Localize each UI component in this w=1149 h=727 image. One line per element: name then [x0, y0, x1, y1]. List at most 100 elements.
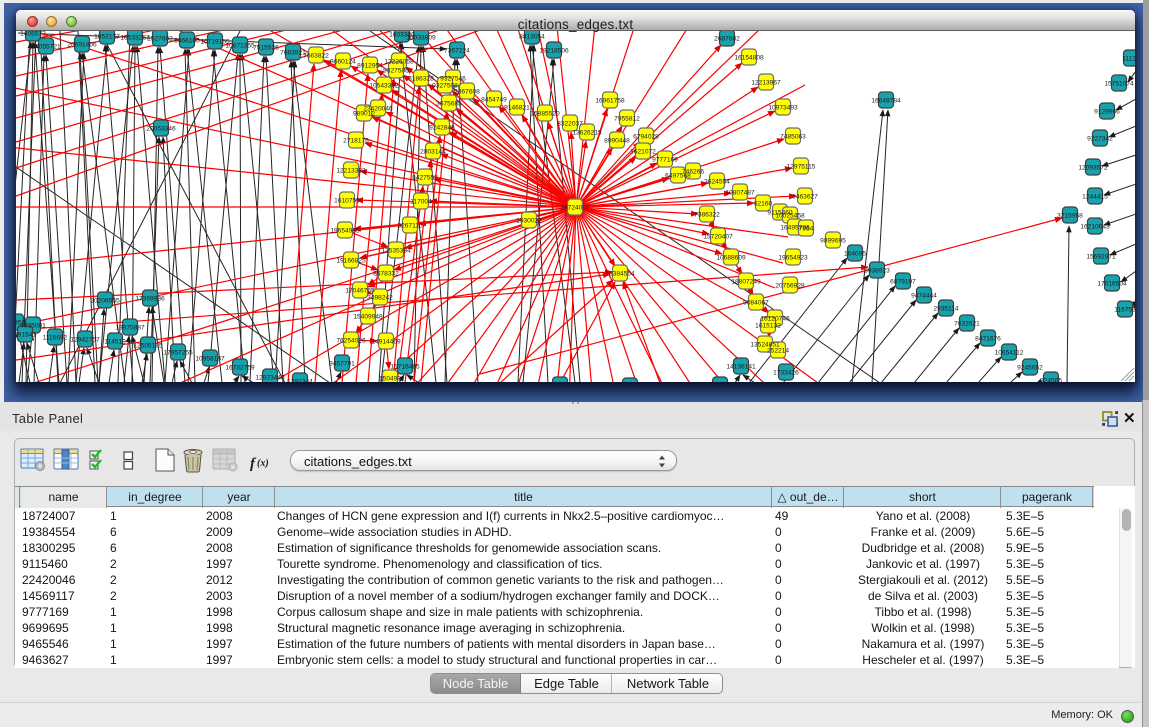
svg-text:15716485: 15716485 [390, 364, 420, 371]
svg-text:7663822: 7663822 [303, 53, 329, 60]
svg-text:7964: 7964 [799, 226, 814, 233]
svg-text:17016504: 17016504 [1097, 281, 1127, 288]
svg-text:114519: 114519 [104, 339, 126, 346]
svg-text:7955812: 7955812 [614, 116, 640, 123]
svg-text:17359936: 17359936 [135, 296, 165, 303]
svg-text:4835081: 4835081 [20, 323, 46, 330]
svg-text:9084067: 9084067 [743, 300, 769, 307]
svg-text:8471676: 8471676 [975, 336, 1001, 343]
svg-text:16782759: 16782759 [225, 365, 255, 372]
svg-text:20691406: 20691406 [67, 42, 97, 49]
svg-text:391541: 391541 [16, 332, 36, 339]
svg-text:76254026: 76254026 [336, 338, 366, 345]
svg-text:989012: 989012 [353, 111, 375, 118]
svg-text:116753: 116753 [1114, 307, 1135, 314]
svg-text:9129966: 9129966 [1094, 109, 1120, 116]
svg-text:164095: 164095 [844, 251, 866, 258]
svg-text:19654985: 19654985 [330, 228, 360, 235]
svg-text:16033809: 16033809 [406, 35, 436, 42]
svg-text:15751074: 15751074 [1104, 81, 1134, 88]
svg-text:1244415: 1244415 [1082, 194, 1108, 201]
svg-text:13535394: 13535394 [381, 248, 411, 255]
svg-text:10958187: 10958187 [195, 356, 225, 363]
svg-text:10654112: 10654112 [995, 350, 1024, 357]
svg-text:13626215: 13626215 [572, 130, 602, 137]
svg-text:19166825: 19166825 [336, 258, 366, 265]
svg-text:12923448: 12923448 [255, 375, 285, 382]
svg-text:9227342: 9227342 [1087, 136, 1113, 143]
svg-text:924565: 924565 [1040, 378, 1062, 383]
svg-text:17046765: 17046765 [345, 288, 375, 295]
svg-text:19384554: 19384554 [605, 271, 635, 278]
svg-text:14914469: 14914469 [371, 339, 401, 346]
svg-text:3215958: 3215958 [1057, 213, 1083, 220]
svg-text:3675685: 3675685 [436, 101, 462, 108]
svg-text:f: f [250, 456, 257, 472]
svg-text:9242848: 9242848 [429, 125, 455, 132]
svg-text:1930022: 1930022 [516, 218, 542, 225]
svg-text:7386322: 7386322 [694, 212, 720, 219]
svg-text:8578332: 8578332 [373, 271, 399, 278]
svg-text:15885520: 15885520 [530, 111, 560, 118]
svg-text:15409948: 15409948 [353, 314, 383, 321]
svg-text:16533267: 16533267 [120, 35, 150, 42]
svg-text:19975887: 19975887 [115, 325, 145, 332]
svg-text:10543362: 10543362 [369, 83, 399, 90]
svg-text:20053346: 20053346 [146, 126, 176, 133]
svg-text:15692971: 15692971 [1086, 254, 1116, 261]
svg-text:2687682: 2687682 [714, 36, 740, 43]
svg-text:20756928: 20756928 [775, 283, 805, 290]
svg-text:8938923: 8938923 [864, 268, 890, 275]
svg-text:8454749: 8454749 [481, 97, 507, 104]
svg-text:10807487: 10807487 [725, 190, 755, 197]
svg-text:9777169: 9777169 [652, 157, 678, 164]
svg-text:16120746: 16120746 [760, 316, 790, 323]
svg-text:8990448: 8990448 [604, 138, 630, 145]
svg-text:9146821: 9146821 [504, 105, 530, 112]
svg-text:8427552: 8427552 [412, 175, 438, 182]
svg-text:746266: 746266 [682, 169, 704, 176]
svg-text:3267110: 3267110 [397, 223, 423, 230]
svg-text:8322037: 8322037 [557, 121, 583, 128]
svg-text:13226058: 13226058 [384, 59, 414, 66]
svg-text:1615132: 1615132 [755, 323, 781, 330]
svg-text:10688609: 10688609 [716, 255, 746, 262]
svg-text:12942757: 12942757 [70, 337, 100, 344]
svg-text:7485063: 7485063 [780, 134, 806, 141]
svg-text:19654923: 19654923 [778, 255, 808, 262]
svg-text:9327506: 9327506 [383, 68, 409, 75]
svg-text:9327546: 9327546 [440, 76, 466, 83]
svg-text:3498242: 3498242 [367, 295, 393, 302]
svg-text:8660124: 8660124 [330, 59, 356, 66]
svg-text:12213967: 12213967 [751, 80, 781, 87]
svg-text:12093572: 12093572 [1078, 165, 1108, 172]
svg-text:16154808: 16154808 [734, 55, 764, 62]
svg-text:1405572: 1405572 [20, 31, 46, 38]
svg-text:3624554: 3624554 [704, 179, 730, 186]
svg-text:8813054: 8813054 [519, 34, 545, 41]
svg-text:16648784: 16648784 [871, 98, 901, 105]
svg-text:12213383: 12213383 [336, 168, 366, 175]
svg-text:18807249: 18807249 [731, 279, 761, 286]
svg-text:1733426: 1733426 [773, 370, 799, 377]
svg-text:2935114: 2935114 [933, 306, 959, 313]
svg-text:9463627: 9463627 [792, 194, 818, 201]
svg-text:2367608: 2367608 [454, 89, 480, 96]
svg-text:(x): (x) [257, 458, 269, 469]
svg-text:20206555: 20206555 [90, 298, 120, 305]
svg-text:1853177: 1853177 [94, 34, 120, 41]
svg-text:8912954: 8912954 [357, 63, 383, 70]
svg-text:16961758: 16961758 [595, 98, 625, 105]
svg-text:18724007: 18724007 [560, 205, 590, 212]
svg-text:12975115: 12975115 [787, 164, 816, 171]
svg-text:6794028: 6794028 [633, 134, 659, 141]
svg-text:8186328: 8186328 [408, 76, 434, 83]
svg-text:150493: 150493 [379, 376, 401, 383]
svg-text:12505185: 12505185 [133, 343, 163, 350]
svg-text:9457791: 9457791 [329, 361, 355, 368]
svg-text:1115682: 1115682 [43, 335, 68, 342]
svg-text:1527602: 1527602 [147, 36, 173, 43]
svg-text:117004: 117004 [410, 199, 432, 206]
svg-text:9245652: 9245652 [1017, 365, 1043, 372]
svg-text:6466160: 6466160 [174, 38, 200, 45]
